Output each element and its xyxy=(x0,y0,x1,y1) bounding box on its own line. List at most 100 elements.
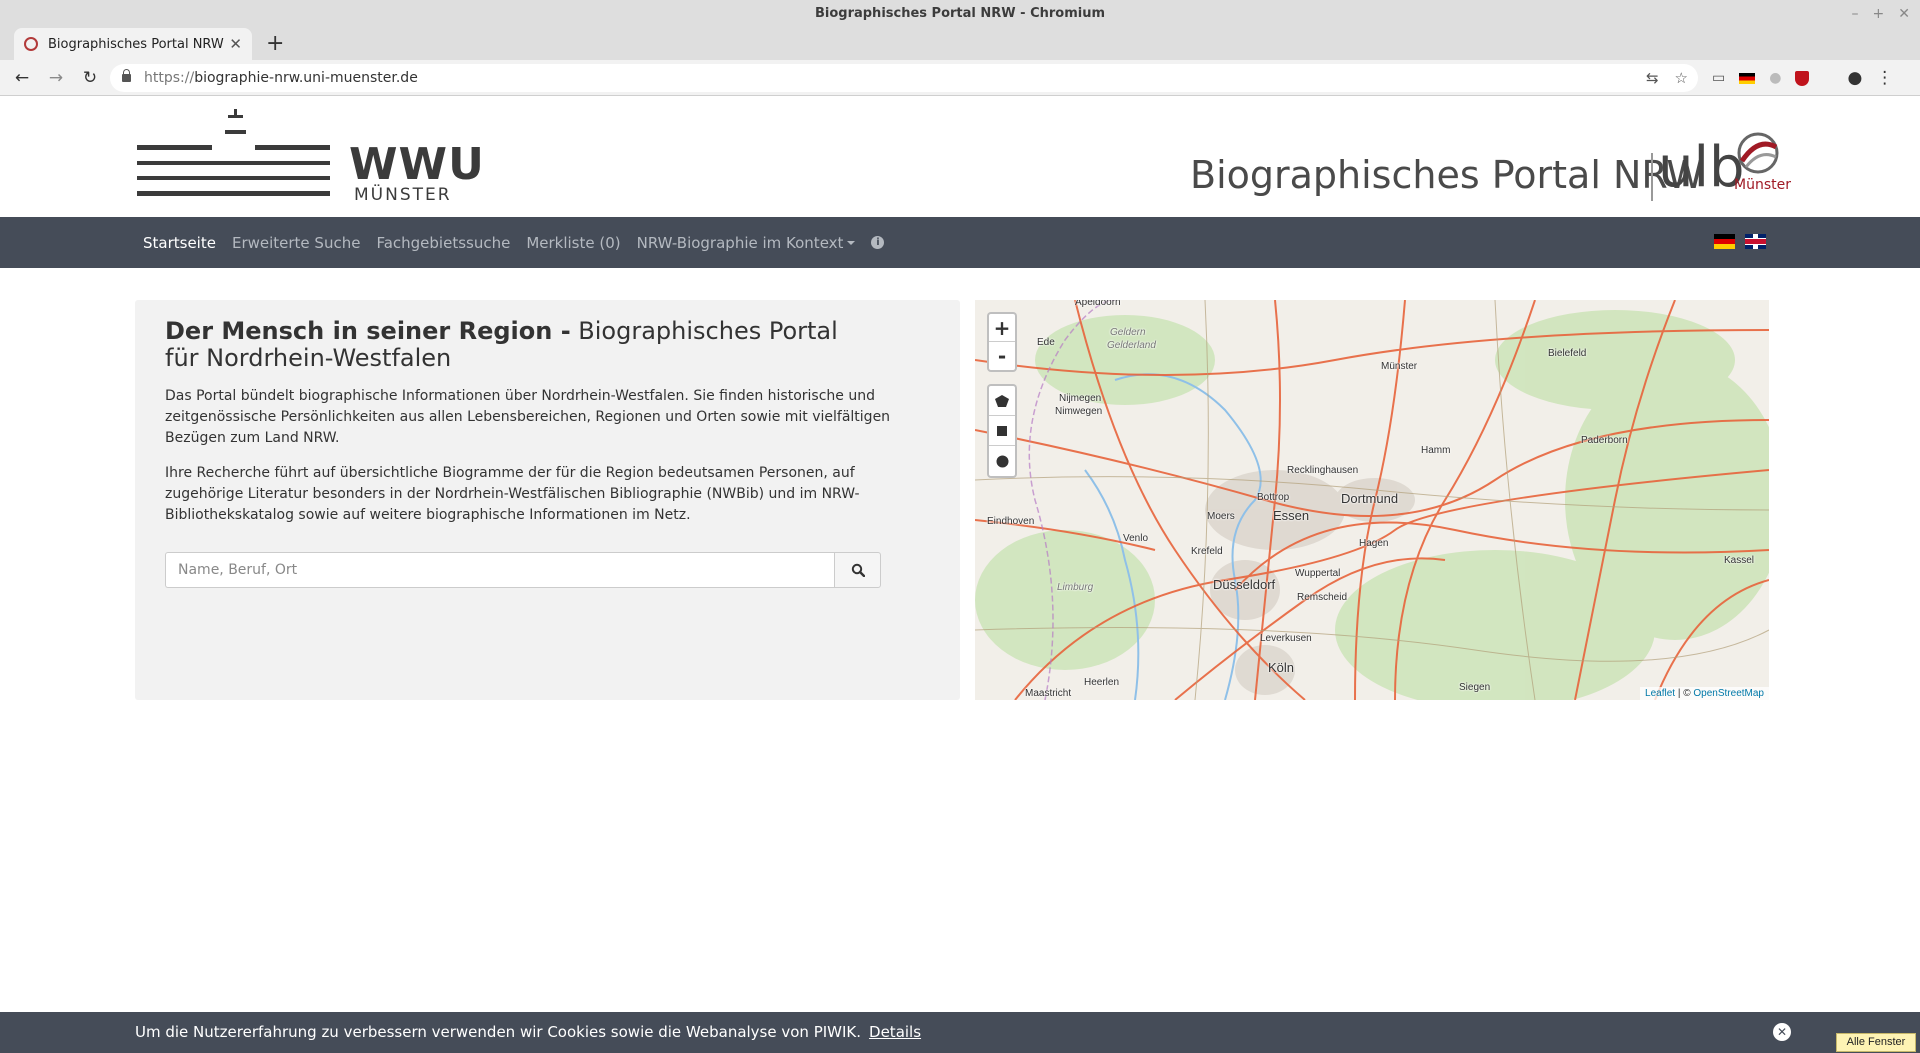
zoom-control: + - xyxy=(987,312,1017,372)
back-icon[interactable]: ← xyxy=(10,68,34,88)
nav-fachgebietssuche[interactable]: Fachgebietssuche xyxy=(368,234,518,252)
main-navbar: Startseite Erweiterte Suche Fachgebietss… xyxy=(0,217,1920,268)
map-label-eindhoven: Eindhoven xyxy=(987,516,1035,527)
map-label-muenster: Münster xyxy=(1381,361,1418,372)
nav-dropdown-label: NRW-Biographie im Kontext xyxy=(636,233,844,252)
map-label-hagen: Hagen xyxy=(1359,538,1389,549)
draw-circle-button[interactable] xyxy=(989,446,1015,476)
map-label-duesseldorf: Düsseldorf xyxy=(1213,577,1276,592)
browser-tab[interactable]: Biographisches Portal NRW ✕ xyxy=(14,28,252,60)
bookmark-star-icon[interactable]: ☆ xyxy=(1675,69,1688,87)
language-switcher xyxy=(1714,234,1766,249)
draw-polygon-button[interactable] xyxy=(989,386,1015,416)
map-label-wuppertal: Wuppertal xyxy=(1295,568,1341,579)
extensions-area: ▭ ● ● ⋮ xyxy=(1712,60,1893,96)
ublock-icon[interactable] xyxy=(1795,70,1810,86)
site-header: WWU MÜNSTER Biographisches Portal NRW ul… xyxy=(0,97,1920,217)
nav-startseite[interactable]: Startseite xyxy=(135,234,224,252)
ulb-logo-text[interactable]: ulb xyxy=(1658,135,1745,200)
favicon-icon xyxy=(24,37,38,51)
url-scheme: https:// xyxy=(144,70,195,86)
map-label-gelderland: Gelderland xyxy=(1107,340,1156,351)
map-label-kassel: Kassel xyxy=(1724,555,1755,566)
leaflet-link[interactable]: Leaflet xyxy=(1645,688,1675,699)
intro-panel: Der Mensch in seiner Region - Biographis… xyxy=(135,300,960,700)
zoom-in-button[interactable]: + xyxy=(989,314,1015,342)
map-label-heerlen: Heerlen xyxy=(1084,677,1120,688)
map-label-geldern: Geldern xyxy=(1110,327,1146,338)
search-button[interactable] xyxy=(834,552,881,588)
map-label-nimwegen: Nimwegen xyxy=(1055,406,1103,417)
translate-icon[interactable]: ⇆ xyxy=(1646,69,1659,87)
openstreetmap-link[interactable]: OpenStreetMap xyxy=(1693,688,1764,699)
ulb-globe-icon xyxy=(1737,132,1779,174)
map-label-leverkusen: Leverkusen xyxy=(1260,633,1312,644)
maximize-icon[interactable]: + xyxy=(1873,0,1885,28)
wwu-logo-subtext: MÜNSTER xyxy=(354,185,452,205)
cookie-message: Um die Nutzererfahrung zu verbessern ver… xyxy=(135,1023,921,1041)
intro-heading: Der Mensch in seiner Region - Biographis… xyxy=(165,318,865,372)
map-label-nijmegen: Nijmegen xyxy=(1059,393,1102,404)
map-label-hamm: Hamm xyxy=(1421,445,1451,456)
cast-icon[interactable]: ▭ xyxy=(1712,70,1725,86)
minimize-icon[interactable]: – xyxy=(1852,0,1859,28)
page-content: WWU MÜNSTER Biographisches Portal NRW ul… xyxy=(0,97,1920,1053)
intro-heading-bold: Der Mensch in seiner Region - xyxy=(165,317,571,345)
address-bar[interactable]: https://biographie-nrw.uni-muenster.de ⇆… xyxy=(110,64,1698,92)
map-label-krefeld: Krefeld xyxy=(1191,546,1223,557)
url-host: biographie-nrw.uni-muenster.de xyxy=(194,70,418,86)
nav-erweiterte-suche[interactable]: Erweiterte Suche xyxy=(224,234,368,252)
map-label-paderborn: Paderborn xyxy=(1581,435,1628,446)
lock-icon[interactable] xyxy=(122,69,131,82)
ulb-logo-subtext: Münster xyxy=(1734,177,1791,193)
map-label-bielefeld: Bielefeld xyxy=(1548,348,1587,359)
tab-close-icon[interactable]: ✕ xyxy=(229,35,242,53)
cookie-text: Um die Nutzererfahrung zu verbessern ver… xyxy=(135,1023,862,1041)
header-separator xyxy=(1651,153,1653,201)
close-window-icon[interactable]: ✕ xyxy=(1898,0,1910,28)
polygon-icon xyxy=(995,394,1009,407)
zoom-out-button[interactable]: - xyxy=(989,342,1015,370)
forward-icon[interactable]: → xyxy=(44,68,68,88)
reload-icon[interactable]: ↻ xyxy=(78,68,102,88)
caret-down-icon xyxy=(847,241,856,245)
profile-icon[interactable]: ● xyxy=(1847,68,1862,88)
nav-merkliste[interactable]: Merkliste (0) xyxy=(518,234,628,252)
map-label-siegen: Siegen xyxy=(1459,682,1491,693)
new-tab-icon[interactable]: + xyxy=(266,28,284,60)
intro-paragraph-1: Das Portal bündelt biographische Informa… xyxy=(165,388,891,446)
map-label-essen: Essen xyxy=(1273,508,1310,523)
map-label-limburg: Limburg xyxy=(1057,582,1094,593)
english-flag-icon[interactable] xyxy=(1745,234,1766,249)
map-label-ede: Ede xyxy=(1037,337,1055,348)
map-label-koeln: Köln xyxy=(1268,660,1295,675)
attribution-separator: | © xyxy=(1675,688,1694,699)
german-flag-icon[interactable] xyxy=(1714,234,1735,249)
map-label-recklinghausen: Recklinghausen xyxy=(1287,465,1359,476)
browser-toolbar: ← → ↻ https://biographie-nrw.uni-muenste… xyxy=(0,60,1920,96)
wwu-logo-text: WWU xyxy=(349,139,485,190)
map-label-moers: Moers xyxy=(1207,511,1235,522)
nav-nrw-biographie-dropdown[interactable]: NRW-Biographie im Kontext xyxy=(629,234,864,252)
menu-icon[interactable]: ⋮ xyxy=(1876,68,1893,88)
map-label-dortmund: Dortmund xyxy=(1341,491,1399,506)
cookie-details-link[interactable]: Details xyxy=(869,1023,921,1041)
map-label-venlo: Venlo xyxy=(1123,533,1149,544)
all-windows-button[interactable]: Alle Fenster xyxy=(1836,1033,1916,1052)
map-label-bottrop: Bottrop xyxy=(1257,492,1290,503)
search-form xyxy=(165,552,881,588)
portal-title: Biographisches Portal NRW xyxy=(1190,153,1704,197)
map-label-apeldoorn: Apeldoorn xyxy=(1075,300,1121,308)
language-extension-icon[interactable] xyxy=(1739,72,1756,84)
search-input[interactable] xyxy=(165,552,834,588)
tab-strip: Biographisches Portal NRW ✕ + xyxy=(0,28,1920,60)
draw-rectangle-button[interactable] xyxy=(989,416,1015,446)
map-view[interactable]: Apeldoorn Gelderland Geldern Ede Münster… xyxy=(975,300,1769,700)
info-icon[interactable]: i xyxy=(871,236,885,249)
cookie-close-icon[interactable]: ✕ xyxy=(1773,1023,1791,1041)
search-icon xyxy=(851,563,865,577)
circle-icon xyxy=(996,455,1008,467)
map-label-maastricht: Maastricht xyxy=(1025,688,1072,699)
extension-icon[interactable]: ● xyxy=(1769,70,1781,86)
rectangle-icon xyxy=(997,425,1007,436)
